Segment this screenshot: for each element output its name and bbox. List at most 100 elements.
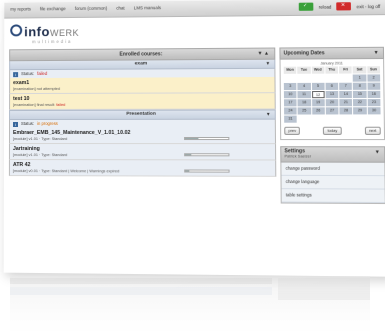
- group-status: i Status: in progress: [9, 119, 276, 129]
- calendar-weekday: Mon: [283, 66, 297, 74]
- calendar-day[interactable]: 19: [311, 99, 325, 107]
- calendar-empty-cell: [326, 115, 339, 122]
- calendar-day[interactable]: 16: [367, 90, 381, 99]
- calendar-prev-button[interactable]: prev: [284, 126, 301, 135]
- progress-bar: [184, 169, 230, 173]
- calendar-empty-cell: [298, 116, 311, 123]
- calendar-day[interactable]: 10: [283, 91, 297, 99]
- calendar-day[interactable]: 25: [297, 107, 311, 115]
- calendar-day[interactable]: 4: [297, 82, 311, 91]
- logout-button[interactable]: exit - log off: [357, 3, 381, 8]
- course-meta: [module] v0.01 · Type: Standard | Welcom…: [8, 168, 277, 177]
- calendar-day[interactable]: 27: [325, 107, 339, 115]
- calendar-widget: January 2011 Mon Tue Wed Thu Fri Sat Sun 1 2 3 4 5 6…: [279, 59, 385, 141]
- calendar-empty-cell: [340, 115, 353, 122]
- calendar-day[interactable]: 18: [297, 99, 311, 107]
- info-icon: i: [13, 71, 19, 77]
- calendar-empty-cell: [325, 75, 338, 82]
- progress-bar: [184, 153, 230, 157]
- reflection-bar: [10, 287, 272, 295]
- nav-lms-manuals[interactable]: LMS manuals: [134, 5, 161, 10]
- calendar-day[interactable]: 31: [284, 115, 297, 123]
- calendar-day[interactable]: 1: [353, 74, 367, 82]
- calendar-day[interactable]: 21: [339, 99, 353, 107]
- calendar-buttons: prev today next: [284, 126, 381, 135]
- settings-user: Patrick Saelzer: [284, 154, 312, 159]
- sidebar: Upcoming Dates ▼ January 2011 Mon Tue Wed T…: [279, 46, 385, 205]
- settings-table-settings[interactable]: table settings: [281, 189, 385, 204]
- calendar-day[interactable]: 17: [283, 99, 297, 107]
- calendar-title: Upcoming Dates: [283, 50, 325, 57]
- calendar-empty-cell: [354, 115, 367, 122]
- logo-text-light: WERK: [49, 27, 80, 39]
- course-info: v0.01 · Type: Standard | Welcome | Warni…: [28, 169, 120, 174]
- calendar-weekday: Tue: [297, 66, 311, 74]
- settings-change-language[interactable]: change language: [281, 175, 385, 190]
- course-result: failed: [56, 102, 66, 107]
- nav-file-exchange[interactable]: file exchange: [40, 6, 66, 11]
- logo: infoWERK: [24, 24, 79, 39]
- course-name[interactable]: Embraer_EMB_145_Maintenance_V_1.01_10.02: [8, 127, 276, 137]
- reload-button[interactable]: reload: [319, 4, 332, 9]
- group-header-presentation[interactable]: Presentation ▼: [9, 109, 276, 121]
- reload-icon[interactable]: [298, 2, 314, 11]
- calendar-day[interactable]: 29: [353, 107, 367, 115]
- collapse-icon[interactable]: ▼: [375, 149, 380, 155]
- calendar-day[interactable]: 15: [353, 90, 367, 99]
- progress-fill: [185, 154, 192, 156]
- nav-chat[interactable]: chat: [116, 6, 124, 11]
- course-status: not attempted: [36, 86, 61, 91]
- calendar-day[interactable]: 26: [311, 107, 325, 115]
- status-label: Status:: [21, 120, 35, 126]
- calendar-today-cell[interactable]: 12: [311, 90, 325, 99]
- calendar-day[interactable]: 23: [367, 98, 381, 107]
- calendar-day[interactable]: 30: [367, 107, 381, 115]
- calendar-day[interactable]: 28: [339, 107, 353, 115]
- courses-panel: Enrolled courses: ▼ ▲ exam ▼ i Status: f…: [8, 47, 277, 177]
- calendar-day[interactable]: 8: [353, 82, 367, 90]
- logo-subtitle: multimedia: [32, 38, 73, 45]
- calendar-day[interactable]: 2: [367, 74, 381, 82]
- calendar-month: January 2011: [320, 61, 343, 66]
- course-meta: [examination] not attempted: [9, 85, 276, 95]
- logout-icon[interactable]: [336, 2, 352, 11]
- calendar-day[interactable]: 11: [297, 91, 311, 99]
- collapse-icon[interactable]: ▼: [266, 111, 271, 119]
- calendar-day[interactable]: 6: [325, 82, 339, 90]
- nav-forum[interactable]: forum (common): [75, 6, 107, 11]
- settings-change-password[interactable]: change password: [281, 162, 385, 177]
- collapse-icon[interactable]: ▼: [266, 60, 271, 68]
- calendar-day[interactable]: 24: [284, 107, 297, 115]
- calendar-empty-cell: [298, 75, 311, 82]
- calendar-day[interactable]: 20: [325, 99, 339, 107]
- page-reflection: [10, 276, 370, 331]
- calendar-day[interactable]: 3: [283, 82, 297, 91]
- group-header-exam[interactable]: exam ▼: [9, 59, 276, 71]
- calendar-day[interactable]: 13: [325, 90, 339, 99]
- calendar-weekday: Thu: [325, 66, 339, 74]
- course-type: [module]: [12, 137, 28, 142]
- sort-arrows-icon[interactable]: ▼ ▲: [257, 49, 269, 59]
- nav-my-reports[interactable]: my reports: [10, 6, 31, 11]
- status-label: Status:: [21, 71, 35, 77]
- progress-bar: [184, 137, 230, 141]
- course-meta: [module] v1.01 · Type: Standard: [8, 135, 277, 145]
- calendar-day[interactable]: 14: [339, 90, 353, 99]
- calendar-day[interactable]: 7: [339, 82, 353, 90]
- group-title: exam: [134, 61, 148, 67]
- status-value: in progress: [37, 120, 58, 126]
- settings-list: change password change language table se…: [280, 162, 385, 205]
- calendar-day[interactable]: 9: [367, 82, 381, 90]
- settings-header: Settings Patrick Saelzer ▼: [280, 146, 385, 163]
- course-type: [examination]: [13, 102, 36, 108]
- calendar-day[interactable]: 22: [353, 99, 367, 107]
- calendar-next-button[interactable]: next: [364, 126, 381, 135]
- calendar-weekday: Sun: [367, 66, 381, 74]
- calendar-today-button[interactable]: today: [323, 126, 342, 135]
- lms-window: my reports file exchange forum (common) …: [3, 0, 385, 277]
- course-progress: [184, 137, 230, 141]
- progress-fill: [185, 138, 199, 140]
- calendar-weekday: Sat: [353, 66, 367, 74]
- calendar-day[interactable]: 5: [311, 82, 325, 91]
- collapse-icon[interactable]: ▼: [373, 48, 378, 58]
